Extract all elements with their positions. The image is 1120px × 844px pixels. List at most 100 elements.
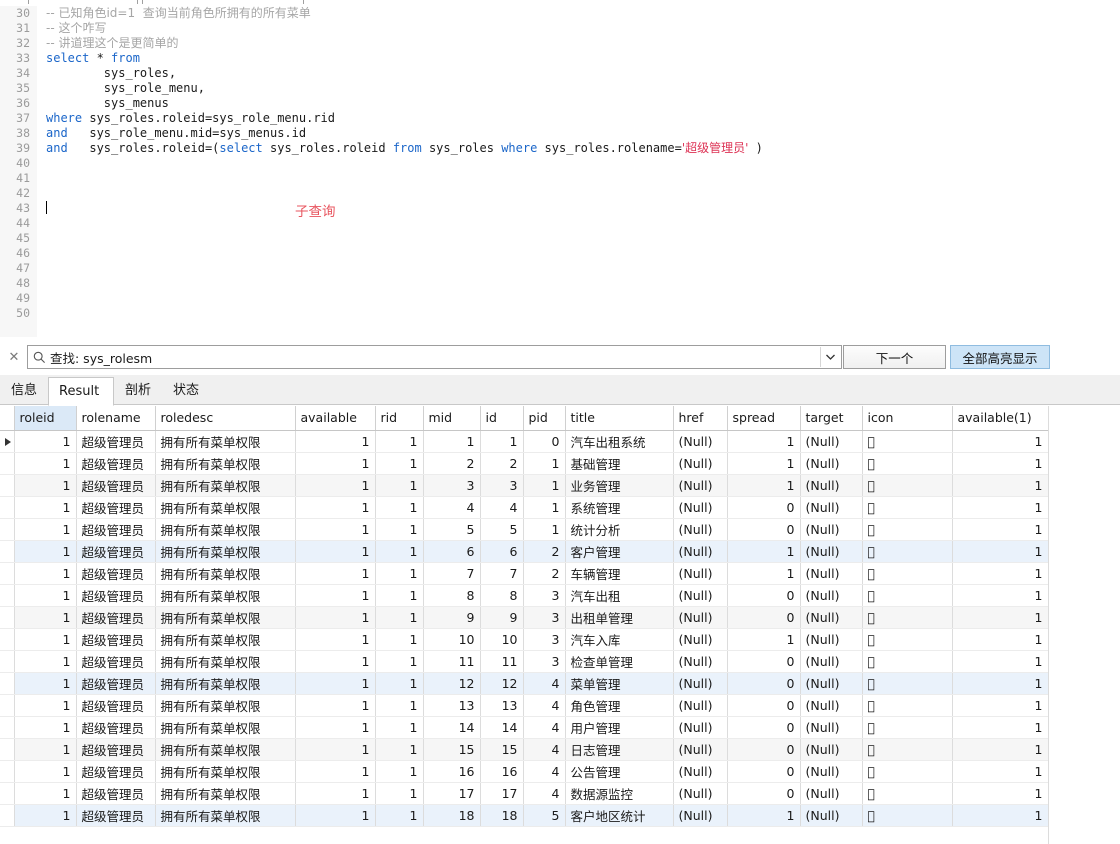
cell-target[interactable]: (Null) — [800, 760, 863, 783]
sql-editor[interactable]: 30 -- 已知角色id=1 查询当前角色所拥有的所有菜单 31 -- 这个咋写 32 -… — [0, 6, 1120, 337]
cell-href[interactable]: (Null) — [673, 716, 728, 739]
cell-roledesc[interactable]: 拥有所有菜单权限 — [155, 628, 296, 651]
cell-spread[interactable]: 0 — [727, 694, 801, 717]
cell-icon[interactable]:  — [862, 650, 953, 673]
row-marker[interactable] — [0, 584, 15, 607]
row-marker[interactable] — [0, 716, 15, 739]
cell-target[interactable]: (Null) — [800, 606, 863, 629]
cell-available1[interactable]: 1 — [952, 804, 1049, 827]
cell-rolename[interactable]: 超级管理员 — [76, 760, 156, 783]
cell-roledesc[interactable]: 拥有所有菜单权限 — [155, 518, 296, 541]
cell-mid[interactable]: 16 — [423, 760, 481, 783]
cell-roleid[interactable]: 1 — [14, 430, 77, 453]
cell-pid[interactable]: 3 — [523, 650, 566, 673]
table-row[interactable]: 1超级管理员拥有所有菜单权限11221基础管理(Null)1(Null)1 — [0, 452, 1049, 475]
cell-icon[interactable]:  — [862, 672, 953, 695]
cell-target[interactable]: (Null) — [800, 584, 863, 607]
cell-id[interactable]: 12 — [480, 672, 524, 695]
cell-roledesc[interactable]: 拥有所有菜单权限 — [155, 650, 296, 673]
cell-roleid[interactable]: 1 — [14, 760, 77, 783]
cell-roledesc[interactable]: 拥有所有菜单权限 — [155, 452, 296, 475]
result-grid[interactable]: roleid rolename roledesc available rid mid id p… — [0, 406, 1120, 844]
code-line[interactable]: 50 — [0, 306, 1120, 321]
cell-roleid[interactable]: 1 — [14, 716, 77, 739]
cell-rolename[interactable]: 超级管理员 — [76, 650, 156, 673]
code-line[interactable]: 36 sys_menus — [0, 96, 1120, 111]
code-line[interactable]: 37 where sys_roles.roleid=sys_role_menu.r… — [0, 111, 1120, 126]
cell-available1[interactable]: 1 — [952, 760, 1049, 783]
cell-roledesc[interactable]: 拥有所有菜单权限 — [155, 540, 296, 563]
cell-rid[interactable]: 1 — [375, 540, 424, 563]
cell-icon[interactable]:  — [862, 804, 953, 827]
cell-href[interactable]: (Null) — [673, 474, 728, 497]
code-line[interactable]: 33 select * from — [0, 51, 1120, 66]
cell-pid[interactable]: 3 — [523, 606, 566, 629]
column-header-rid[interactable]: rid — [375, 406, 424, 431]
cell-href[interactable]: (Null) — [673, 672, 728, 695]
top-tab-stub-2[interactable] — [142, 0, 304, 4]
cell-roledesc[interactable]: 拥有所有菜单权限 — [155, 672, 296, 695]
cell-available[interactable]: 1 — [295, 584, 376, 607]
cell-icon[interactable]:  — [862, 628, 953, 651]
cell-rid[interactable]: 1 — [375, 716, 424, 739]
cell-rid[interactable]: 1 — [375, 474, 424, 497]
cell-href[interactable]: (Null) — [673, 650, 728, 673]
cell-rid[interactable]: 1 — [375, 760, 424, 783]
cell-mid[interactable]: 17 — [423, 782, 481, 805]
cell-title[interactable]: 业务管理 — [565, 474, 674, 497]
code-line[interactable]: 32 -- 讲道理这个是更简单的 — [0, 36, 1120, 51]
table-row[interactable]: 1超级管理员拥有所有菜单权限1113134角色管理(Null)0(Null)1 — [0, 694, 1049, 717]
column-header-rolename[interactable]: rolename — [76, 406, 156, 431]
cell-mid[interactable]: 11 — [423, 650, 481, 673]
cell-pid[interactable]: 4 — [523, 782, 566, 805]
cell-rolename[interactable]: 超级管理员 — [76, 628, 156, 651]
cell-pid[interactable]: 4 — [523, 760, 566, 783]
cell-spread[interactable]: 0 — [727, 518, 801, 541]
cell-available1[interactable]: 1 — [952, 628, 1049, 651]
column-header-available[interactable]: available — [295, 406, 376, 431]
cell-pid[interactable]: 1 — [523, 452, 566, 475]
tab-剖析[interactable]: 剖析 — [114, 377, 162, 405]
cell-roledesc[interactable]: 拥有所有菜单权限 — [155, 430, 296, 453]
cell-target[interactable]: (Null) — [800, 650, 863, 673]
cell-mid[interactable]: 15 — [423, 738, 481, 761]
cell-rolename[interactable]: 超级管理员 — [76, 540, 156, 563]
cell-pid[interactable]: 4 — [523, 738, 566, 761]
column-header-mid[interactable]: mid — [423, 406, 481, 431]
cell-id[interactable]: 14 — [480, 716, 524, 739]
column-header-roleid[interactable]: roleid — [14, 406, 77, 431]
cell-href[interactable]: (Null) — [673, 562, 728, 585]
code-line[interactable]: 47 — [0, 261, 1120, 276]
cell-available[interactable]: 1 — [295, 496, 376, 519]
cell-title[interactable]: 出租单管理 — [565, 606, 674, 629]
row-marker[interactable] — [0, 540, 15, 563]
cell-id[interactable]: 7 — [480, 562, 524, 585]
cell-href[interactable]: (Null) — [673, 782, 728, 805]
cell-spread[interactable]: 1 — [727, 562, 801, 585]
row-marker[interactable] — [0, 694, 15, 717]
cell-target[interactable]: (Null) — [800, 430, 863, 453]
cell-rolename[interactable]: 超级管理员 — [76, 474, 156, 497]
column-header-pid[interactable]: pid — [523, 406, 566, 431]
cell-available1[interactable]: 1 — [952, 518, 1049, 541]
cell-roledesc[interactable]: 拥有所有菜单权限 — [155, 496, 296, 519]
cell-available[interactable]: 1 — [295, 672, 376, 695]
cell-roledesc[interactable]: 拥有所有菜单权限 — [155, 562, 296, 585]
cell-id[interactable]: 10 — [480, 628, 524, 651]
cell-rid[interactable]: 1 — [375, 562, 424, 585]
cell-id[interactable]: 2 — [480, 452, 524, 475]
cell-available[interactable]: 1 — [295, 760, 376, 783]
cell-roleid[interactable]: 1 — [14, 782, 77, 805]
cell-available1[interactable]: 1 — [952, 738, 1049, 761]
cell-icon[interactable]:  — [862, 738, 953, 761]
search-input[interactable]: 查找: sys_rolesm — [27, 345, 842, 369]
cell-available[interactable]: 1 — [295, 628, 376, 651]
cell-rid[interactable]: 1 — [375, 518, 424, 541]
cell-roleid[interactable]: 1 — [14, 518, 77, 541]
cell-available[interactable]: 1 — [295, 430, 376, 453]
cell-spread[interactable]: 1 — [727, 628, 801, 651]
cell-title[interactable]: 角色管理 — [565, 694, 674, 717]
cell-id[interactable]: 9 — [480, 606, 524, 629]
cell-id[interactable]: 1 — [480, 430, 524, 453]
cell-rolename[interactable]: 超级管理员 — [76, 584, 156, 607]
